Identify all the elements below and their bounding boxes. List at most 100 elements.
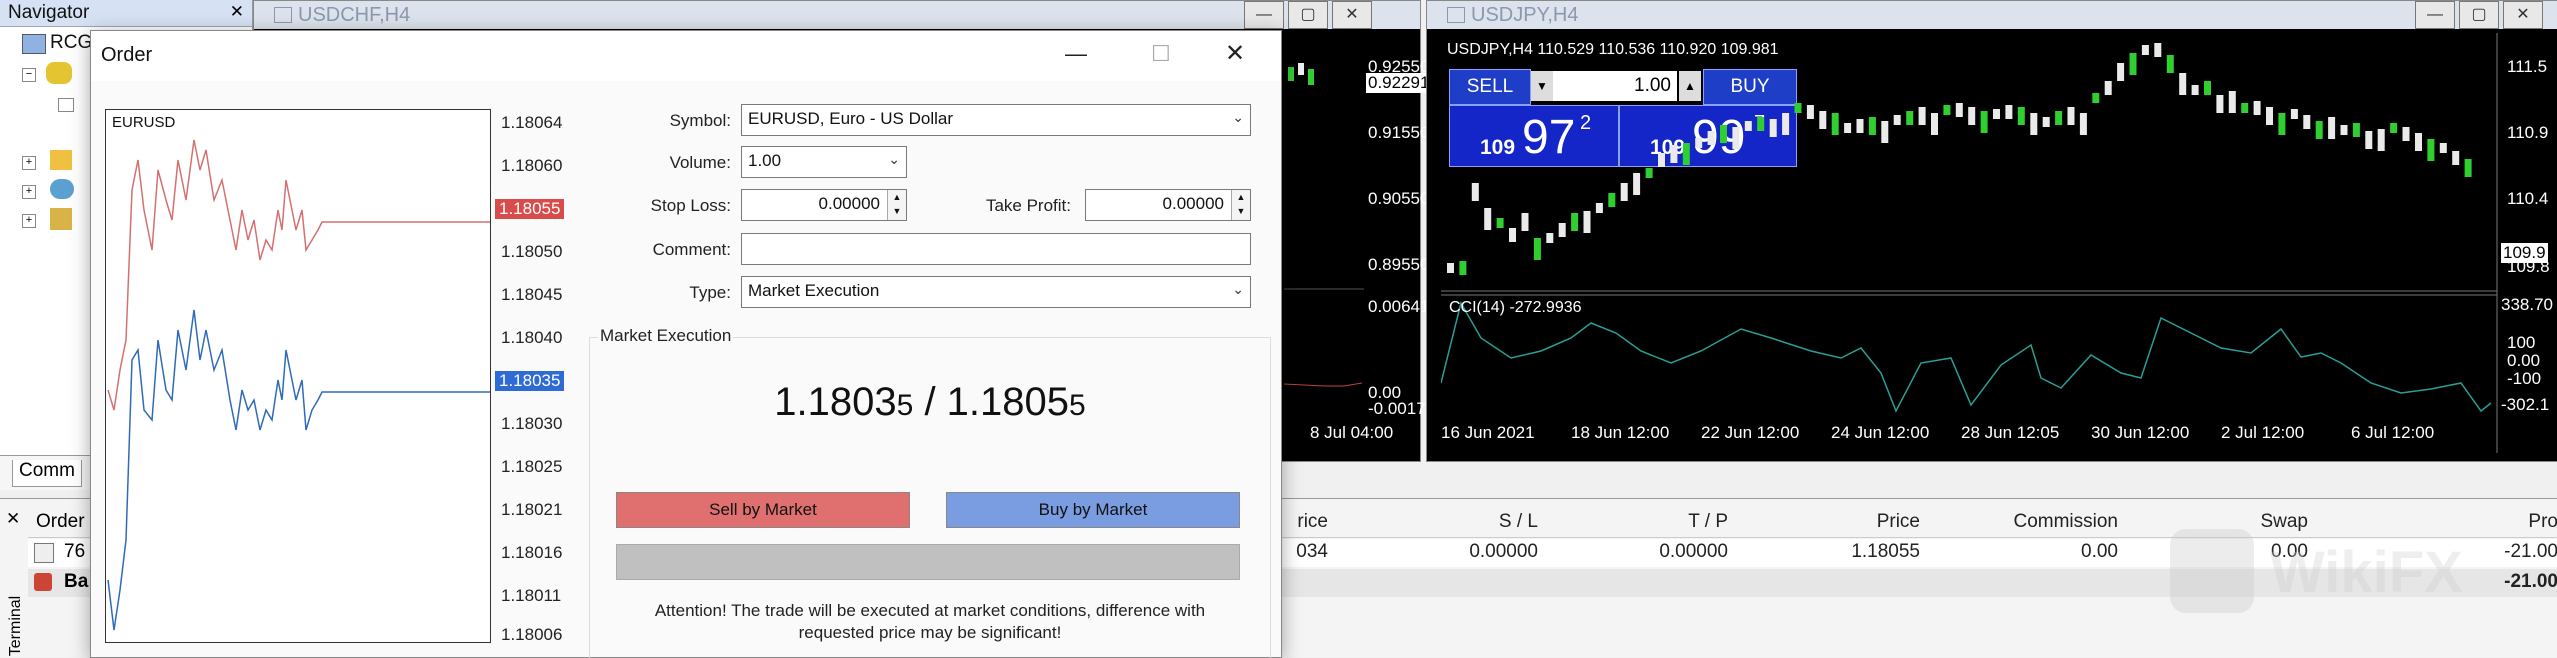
- candle: [1806, 105, 1814, 119]
- take-profit-spinner[interactable]: ▲ ▼: [1231, 190, 1250, 220]
- candle: [1509, 228, 1516, 242]
- candle: [1918, 107, 1926, 125]
- time-tick: 24 Jun 12:00: [1831, 423, 1930, 442]
- restore-button[interactable]: ▢: [2459, 1, 2499, 29]
- minimize-button[interactable]: —: [2415, 1, 2455, 29]
- ask-pipette: 5: [1069, 389, 1086, 422]
- order-title: Order: [101, 44, 153, 66]
- candle: [2005, 105, 2013, 119]
- candle: [2166, 55, 2174, 73]
- order-dialog: Order — ☐ ✕ EURUSD 1.18064 1.18060 1.180…: [90, 30, 1282, 658]
- candle: [1993, 109, 2000, 119]
- candle: [1744, 121, 1752, 131]
- tree-branch-icon: [58, 98, 74, 112]
- candle: [1633, 173, 1641, 195]
- candle: [2278, 113, 2286, 135]
- candle: [1707, 131, 1715, 145]
- candle: [2204, 81, 2211, 95]
- minimize-button[interactable]: —: [1244, 1, 1284, 29]
- tree-expand-icon[interactable]: −: [22, 68, 36, 82]
- tick-chart-plot[interactable]: EURUSD: [105, 109, 491, 643]
- price-tick: 1.18016: [501, 543, 563, 562]
- navigator-close-icon[interactable]: ✕: [230, 2, 244, 22]
- candle: [1732, 127, 1740, 149]
- bid-line: [107, 309, 490, 631]
- price-tick: 1.18060: [501, 156, 563, 175]
- usdjpy-candles: [1447, 43, 2472, 275]
- buy-by-market-button[interactable]: Buy by Market: [946, 492, 1240, 528]
- order-id: 76: [64, 541, 86, 562]
- ask-price-marker: 1.18055: [495, 199, 565, 219]
- tick-chart-svg: [107, 139, 490, 631]
- stop-loss-input[interactable]: 0.00000 ▲ ▼: [741, 189, 907, 221]
- volume-select[interactable]: 1.00 ⌄: [741, 146, 907, 178]
- time-tick: 6 Jul 12:00: [2351, 423, 2435, 442]
- usdjpy-title: USDJPY,H4: [1471, 4, 1579, 26]
- sell-by-market-button[interactable]: Sell by Market: [616, 492, 910, 528]
- candle: [1782, 113, 1790, 135]
- candle: [2464, 159, 2472, 177]
- tree-expand-icon[interactable]: +: [22, 156, 36, 170]
- usdjpy-price-chart[interactable]: [1441, 33, 2511, 453]
- close-button[interactable]: ✕: [1225, 39, 1245, 68]
- candle: [2017, 107, 2025, 125]
- tree-root-label[interactable]: RCG: [50, 32, 92, 54]
- price-tick: 1.18025: [501, 457, 563, 476]
- col-sl[interactable]: S / L: [1338, 511, 1538, 533]
- stop-loss-spinner[interactable]: ▲ ▼: [887, 190, 906, 220]
- price-tick: 1.18006: [501, 625, 563, 644]
- usdjpy-time-axis: 16 Jun 2021 18 Jun 12:00 22 Jun 12:00 24…: [1427, 421, 2497, 447]
- tree-expand-icon[interactable]: +: [22, 185, 36, 199]
- price-tick: 1.18030: [501, 414, 563, 433]
- candle: [2154, 43, 2162, 57]
- candle: [2253, 101, 2261, 115]
- col-order[interactable]: Order: [36, 511, 85, 533]
- usdjpy-price-tick: 111.5: [2507, 57, 2548, 76]
- tree-expand-icon[interactable]: +: [22, 214, 36, 228]
- cci-tick: 338.70: [2501, 295, 2553, 314]
- candle: [2415, 133, 2422, 151]
- close-button[interactable]: ✕: [1332, 1, 1372, 29]
- col-price[interactable]: Price: [1728, 511, 1920, 533]
- usdchf-candles: [1283, 63, 1364, 387]
- usdchf-price-tick: 0.91550: [1368, 123, 1430, 142]
- price-tick: 1.18050: [501, 242, 563, 261]
- candle: [1695, 138, 1703, 148]
- candle: [1608, 193, 1616, 207]
- col-tp[interactable]: T / P: [1528, 511, 1728, 533]
- symbol-select[interactable]: EURUSD, Euro - US Dollar ⌄: [741, 104, 1251, 136]
- ask-price: 1.1805: [946, 380, 1070, 424]
- cci-label: CCI(14) -272.9936: [1449, 299, 1582, 316]
- candle: [2266, 107, 2273, 125]
- tab-common[interactable]: Comm: [12, 460, 82, 487]
- usdchf-plot[interactable]: [1283, 29, 1364, 449]
- candle: [1447, 263, 1454, 273]
- execution-progress-bar: [616, 544, 1240, 580]
- candle: [1682, 143, 1690, 165]
- maximize-button[interactable]: ☐: [1151, 41, 1171, 67]
- restore-button[interactable]: ▢: [1288, 1, 1328, 29]
- price-tick: 1.18011: [501, 586, 562, 605]
- candle: [2191, 85, 2199, 95]
- take-profit-input[interactable]: 0.00000 ▲ ▼: [1085, 189, 1251, 221]
- volume-label: Volume:: [669, 153, 731, 172]
- sl-cell: 0.00000: [1469, 541, 1538, 562]
- terminal-close-icon[interactable]: ✕: [6, 509, 20, 529]
- candle: [2055, 111, 2063, 125]
- time-tick: 22 Jun 12:00: [1701, 423, 1800, 442]
- col-commission[interactable]: Commission: [1928, 511, 2118, 533]
- candle: [1906, 111, 1914, 125]
- price-tick: 1.18064: [501, 113, 563, 132]
- watermark: WikiFX: [2170, 525, 2550, 615]
- candle: [1459, 261, 1467, 275]
- comment-label: Comment:: [652, 240, 731, 259]
- bid-price: 1.1803: [774, 380, 897, 424]
- minimize-button[interactable]: —: [1065, 41, 1087, 67]
- group-label: Market Execution: [598, 326, 734, 346]
- type-select[interactable]: Market Execution ⌄: [741, 276, 1251, 308]
- position-icon: [34, 543, 54, 563]
- comment-input[interactable]: [741, 233, 1251, 265]
- close-button[interactable]: ✕: [2503, 1, 2543, 29]
- candle: [1881, 121, 1889, 143]
- candle: [2427, 139, 2435, 161]
